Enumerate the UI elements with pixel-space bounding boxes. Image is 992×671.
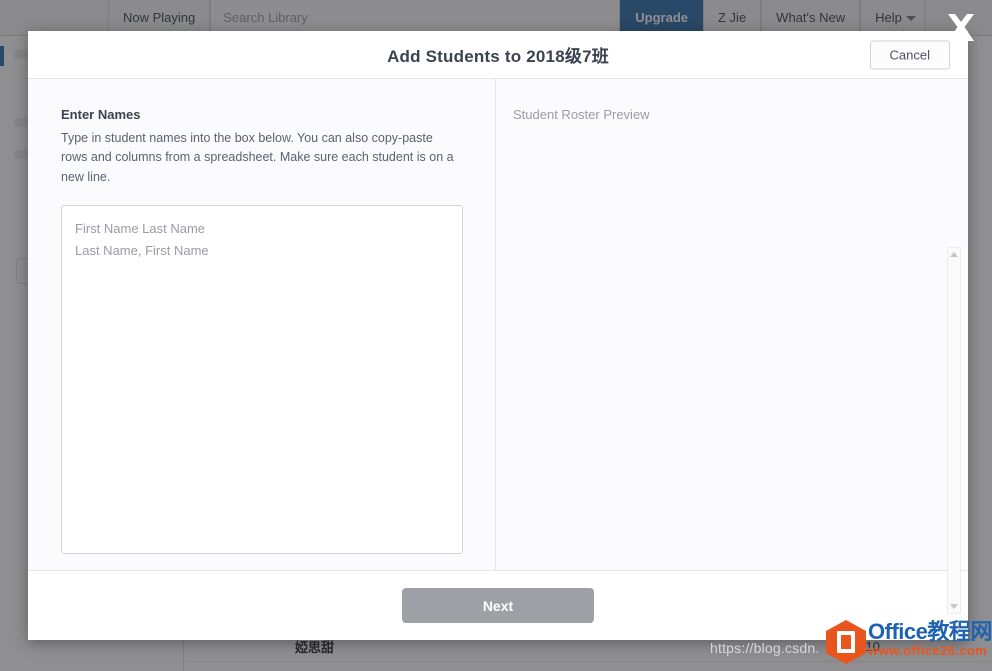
screen-root: Now Playing Search Library Upgrade Z Jie… <box>0 0 992 671</box>
office-watermark-title: Office教程网 <box>868 620 992 644</box>
roster-preview-scrollbar[interactable] <box>947 247 961 614</box>
triangle-up-icon <box>950 252 958 257</box>
enter-names-description: Type in student names into the box below… <box>61 129 462 187</box>
scroll-up-arrow-icon[interactable] <box>948 248 960 261</box>
enter-names-heading: Enter Names <box>61 107 462 122</box>
document-glyph <box>837 631 855 653</box>
office-watermark: Office教程网 www.office26.com <box>826 620 992 664</box>
add-students-modal: Add Students to 2018级7班 Cancel Enter Nam… <box>28 31 968 640</box>
csdn-watermark: https://blog.csdn. <box>710 640 819 656</box>
triangle-down-icon <box>950 604 958 609</box>
scroll-down-arrow-icon[interactable] <box>948 600 960 613</box>
office-watermark-title-en: Office <box>868 619 927 644</box>
office-logo-icon <box>826 620 866 664</box>
enter-names-pane: Enter Names Type in student names into t… <box>28 79 496 570</box>
office-watermark-url: www.office26.com <box>868 644 992 658</box>
cancel-button[interactable]: Cancel <box>870 40 950 69</box>
office-watermark-title-cn: 教程网 <box>927 619 992 644</box>
modal-title: Add Students to 2018级7班 <box>387 42 609 67</box>
student-names-textarea[interactable] <box>61 205 463 554</box>
roster-preview-pane: Student Roster Preview <box>496 79 968 570</box>
close-icon[interactable] <box>944 8 978 48</box>
office-watermark-text: Office教程网 www.office26.com <box>868 620 992 664</box>
roster-preview-heading: Student Roster Preview <box>513 107 968 122</box>
modal-body: Enter Names Type in student names into t… <box>28 79 968 570</box>
modal-header: Add Students to 2018级7班 Cancel <box>28 31 968 79</box>
next-button[interactable]: Next <box>402 588 594 623</box>
